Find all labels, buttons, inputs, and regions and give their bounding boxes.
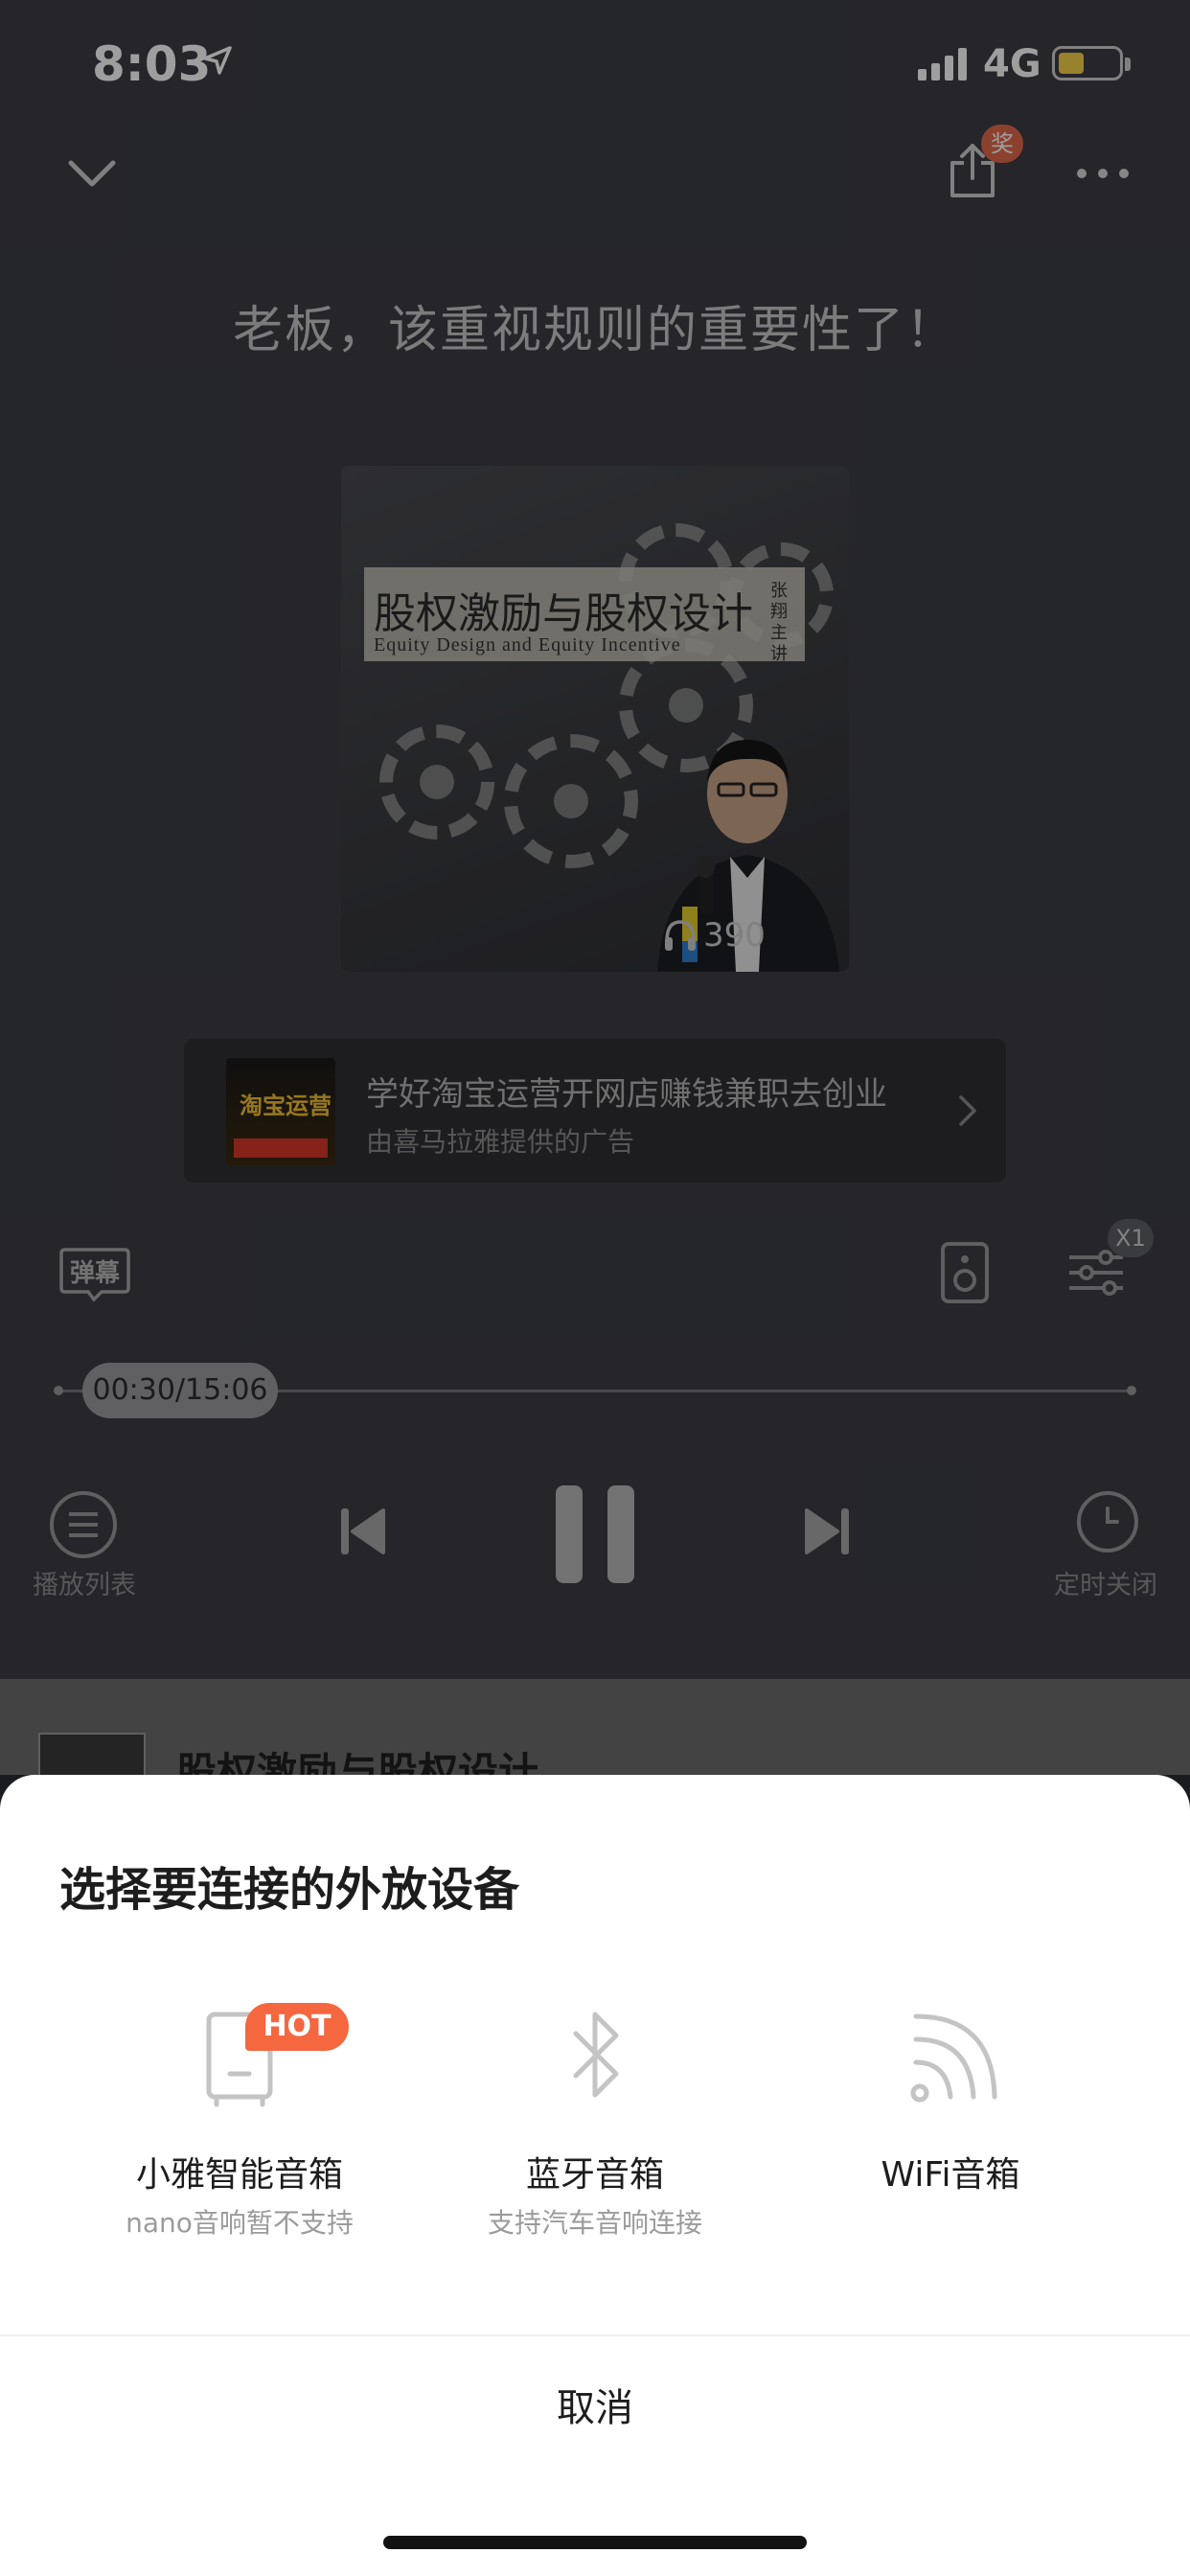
- progress-start-dot: [54, 1386, 63, 1395]
- option-smart-speaker[interactable]: 小雅智能音箱 nano音响暂不支持: [57, 2005, 422, 2264]
- award-badge: 奖: [981, 125, 1023, 163]
- gear-hub: [669, 688, 703, 723]
- option-label: WiFi音箱: [881, 2155, 1020, 2195]
- home-indicator[interactable]: [383, 2536, 807, 2549]
- cover-subtitle: Equity Design and Equity Incentive: [374, 634, 681, 656]
- next-track-icon[interactable]: [805, 1505, 851, 1558]
- danmu-label: 弹幕: [69, 1259, 120, 1288]
- playback-speed-badge[interactable]: X1: [1108, 1219, 1154, 1257]
- option-label: 小雅智能音箱: [135, 2155, 343, 2195]
- mini-player-thumbnail: [38, 1733, 146, 1781]
- ad-title: 学好淘宝运营开网店赚钱兼职去创业: [366, 1075, 887, 1114]
- ad-subtitle: 由喜马拉雅提供的广告: [366, 1126, 635, 1158]
- cover-title: 股权激励与股权设计: [374, 589, 753, 638]
- cover-author: 张翔主讲: [770, 581, 788, 664]
- chevron-right-icon: [959, 1095, 976, 1126]
- battery-icon: [1052, 46, 1123, 80]
- progress-time-knob[interactable]: 00:30/15:06: [82, 1363, 278, 1418]
- sleep-timer-icon[interactable]: [1077, 1491, 1138, 1552]
- play-count: 390: [703, 916, 766, 954]
- option-subtitle: nano音响暂不支持: [126, 2207, 354, 2239]
- pause-button[interactable]: [556, 1485, 634, 1583]
- album-cover[interactable]: 股权激励与股权设计 Equity Design and Equity Incen…: [341, 466, 849, 972]
- sleep-timer-label[interactable]: 定时关闭: [1054, 1564, 1157, 1601]
- previous-track-icon[interactable]: [339, 1505, 385, 1558]
- status-bar: 8:03 4G: [0, 0, 1190, 128]
- option-wifi-speaker[interactable]: WiFi音箱: [768, 2005, 1133, 2264]
- ad-thumbnail: 淘宝运营: [226, 1058, 335, 1165]
- playlist-icon[interactable]: [50, 1491, 117, 1558]
- output-device-sheet: 选择要连接的外放设备 小雅智能音箱 nano音响暂不支持 蓝牙音箱 支持汽车音响…: [0, 1775, 1190, 2576]
- more-options-icon[interactable]: [1077, 169, 1131, 182]
- cancel-button[interactable]: 取消: [0, 2336, 1190, 2480]
- danmu-button[interactable]: 弹幕: [59, 1246, 130, 1301]
- headphones-icon: [665, 920, 696, 951]
- network-type: 4G: [983, 42, 1041, 86]
- sheet-title: 选择要连接的外放设备: [59, 1863, 520, 1917]
- progress-end-dot: [1127, 1386, 1136, 1395]
- option-bluetooth-speaker[interactable]: 蓝牙音箱 支持汽车音响连接: [413, 2005, 777, 2264]
- player-screen: 8:03 4G 奖 老板，该重视规则的重要性了！ 股权激励与股权设计 Equit…: [0, 0, 1190, 1796]
- playlist-label[interactable]: 播放列表: [33, 1564, 136, 1601]
- gear-hub: [420, 765, 454, 799]
- collapse-chevron-icon[interactable]: [67, 157, 117, 192]
- cellular-signal-icon: [918, 46, 970, 80]
- gear-hub: [554, 784, 588, 818]
- bluetooth-icon: [573, 2012, 619, 2098]
- wifi-icon: [910, 2013, 997, 2103]
- speaker-output-button[interactable]: [941, 1242, 989, 1303]
- status-time: 8:03: [92, 36, 212, 92]
- track-title: 老板，该重视规则的重要性了！: [232, 302, 957, 359]
- hot-badge: HOT: [245, 2003, 349, 2051]
- location-arrow-icon: [203, 46, 232, 75]
- option-label: 蓝牙音箱: [525, 2155, 664, 2195]
- sound-settings-icon[interactable]: [1067, 1248, 1125, 1296]
- option-subtitle: 支持汽车音响连接: [487, 2207, 702, 2239]
- ad-banner[interactable]: 淘宝运营 学好淘宝运营开网店赚钱兼职去创业 由喜马拉雅提供的广告: [184, 1039, 1006, 1183]
- ad-thumb-text: 淘宝运营: [240, 1092, 332, 1119]
- battery-cap: [1125, 58, 1131, 71]
